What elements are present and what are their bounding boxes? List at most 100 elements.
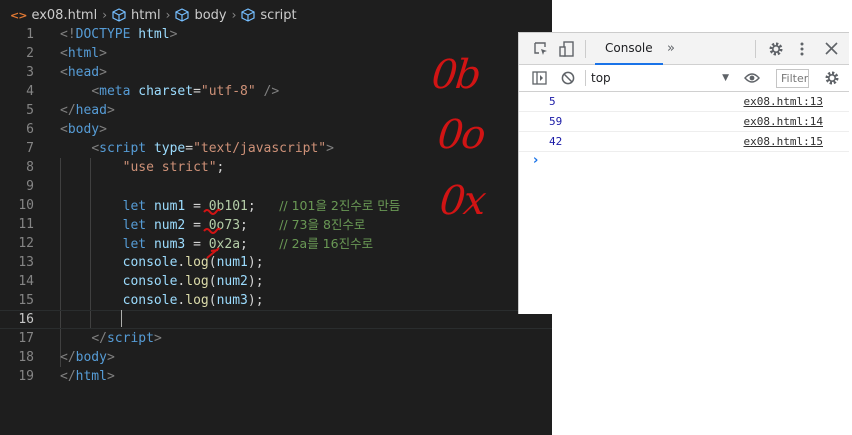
code-text: </html> [60, 369, 115, 384]
line-number: 5 [26, 103, 34, 118]
line-number: 1 [26, 27, 34, 42]
line-number: 19 [18, 369, 34, 384]
line-number: 12 [18, 236, 34, 251]
breadcrumb-file[interactable]: <> ex08.html [10, 8, 97, 23]
context-select-value: top [591, 71, 611, 85]
element-cube-icon [241, 8, 256, 22]
devtools-tabbar: Console » [519, 33, 849, 65]
console-log-row: 59 ex08.html:14 [519, 112, 849, 132]
code-comment: // 2a를 16진수로 [279, 236, 374, 251]
breadcrumb-item-label: script [260, 7, 297, 23]
line-number: 8 [26, 160, 34, 175]
text-cursor [121, 310, 122, 327]
code-line: 17 </script> [0, 329, 552, 348]
annotation-squiggle [203, 227, 221, 234]
toolbar-divider [755, 40, 756, 58]
code-comment: // 101을 2진수로 만듬 [279, 198, 401, 213]
line-number: 9 [26, 179, 34, 194]
chevron-right-icon: › [165, 8, 171, 22]
annotation-hex: 0x [437, 178, 487, 224]
code-line: 1 <!DOCTYPE html> [0, 25, 552, 44]
code-text: </script> [91, 331, 162, 346]
code-text: <body> [60, 122, 107, 137]
breadcrumb-item-label: html [131, 7, 161, 23]
code-text: </body> [60, 350, 115, 365]
chevron-right-icon: › [102, 8, 107, 22]
line-number: 16 [18, 312, 34, 327]
line-number: 6 [26, 122, 34, 137]
line-number: 3 [26, 65, 34, 80]
annotation-squiggle [206, 247, 220, 259]
log-source-link[interactable]: ex08.html:15 [744, 135, 823, 148]
code-text: </head> [60, 103, 115, 118]
annotation-binary: 0b [429, 52, 482, 98]
breadcrumb-item-body[interactable]: body [175, 7, 227, 23]
code-text: <!DOCTYPE html> [60, 27, 178, 42]
line-number: 15 [18, 293, 34, 308]
line-number: 17 [18, 331, 34, 346]
tab-console[interactable]: Console [595, 33, 663, 65]
html-file-icon: <> [10, 8, 27, 22]
console-toolbar: top ▼ Filter [519, 65, 849, 92]
device-toolbar-icon[interactable] [559, 41, 575, 57]
log-value: 5 [549, 95, 556, 108]
code-comment: // 73을 8진수로 [279, 217, 366, 232]
code-text: <script type="text/javascript"> [91, 141, 334, 156]
more-tabs-icon[interactable]: » [667, 41, 675, 56]
log-source-link[interactable]: ex08.html:14 [744, 115, 823, 128]
line-number: 11 [18, 217, 34, 232]
line-number: 18 [18, 350, 34, 365]
breadcrumb-item-script[interactable]: script [241, 7, 297, 23]
element-cube-icon [112, 8, 126, 22]
log-value: 59 [549, 115, 563, 128]
console-log-row: 42 ex08.html:15 [519, 132, 849, 152]
filter-input[interactable]: Filter [776, 69, 809, 88]
dropdown-arrow-icon: ▼ [722, 73, 729, 83]
breadcrumb-item-html[interactable]: html [112, 8, 161, 23]
live-expression-eye-icon[interactable] [744, 72, 760, 84]
line-number: 13 [18, 255, 34, 270]
breadcrumb: <> ex08.html › html › body › script [0, 4, 552, 26]
code-line: 15 console.log(num3); [0, 291, 552, 310]
chevron-right-icon: › [231, 8, 237, 22]
kebab-menu-icon[interactable] [798, 41, 806, 57]
prompt-chevron-icon: › [533, 153, 539, 168]
breadcrumb-file-label: ex08.html [31, 7, 98, 23]
settings-gear-icon[interactable] [768, 41, 784, 57]
close-icon[interactable] [825, 42, 838, 55]
devtools-panel: Console » top ▼ Filter 5 ex08.html:13 59… [518, 32, 849, 314]
clear-console-icon[interactable] [561, 71, 575, 85]
code-text: console.log(num3); [122, 293, 264, 308]
code-editor[interactable]: <> ex08.html › html › body › script 1 <!D… [0, 0, 552, 435]
console-settings-gear-icon[interactable] [824, 70, 840, 86]
code-line-current: 16 [0, 310, 552, 329]
code-line: 18 </body> [0, 348, 552, 367]
log-value: 42 [549, 135, 563, 148]
annotation-squiggle [203, 208, 221, 215]
line-number: 4 [26, 84, 34, 99]
code-line: 13 console.log(num1); [0, 253, 552, 272]
context-select[interactable]: top ▼ [591, 69, 729, 87]
line-number: 7 [26, 141, 34, 156]
code-line: 19 </html> [0, 367, 552, 386]
toolbar-divider [585, 70, 586, 86]
console-prompt[interactable]: › [519, 152, 849, 172]
sidebar-toggle-icon[interactable] [532, 71, 547, 85]
code-line: 14 console.log(num2); [0, 272, 552, 291]
log-source-link[interactable]: ex08.html:13 [744, 95, 823, 108]
toolbar-divider [585, 40, 586, 58]
code-text: "use strict"; [122, 160, 225, 175]
code-text: let num1 = 0b101; // 101을 2진수로 만듬 [122, 198, 401, 214]
line-number: 14 [18, 274, 34, 289]
line-number: 2 [26, 46, 34, 61]
code-text: console.log(num1); [122, 255, 264, 270]
inspect-element-icon[interactable] [533, 41, 549, 57]
element-cube-icon [175, 8, 190, 22]
breadcrumb-item-label: body [194, 7, 227, 23]
annotation-octal: 0o [435, 112, 486, 158]
code-text: <head> [60, 65, 107, 80]
code-line: 12 let num3 = 0x2a; // 2a를 16진수로 [0, 234, 552, 253]
code-line: 8 "use strict"; [0, 158, 552, 177]
console-log-row: 5 ex08.html:13 [519, 92, 849, 112]
line-number: 10 [18, 198, 34, 213]
